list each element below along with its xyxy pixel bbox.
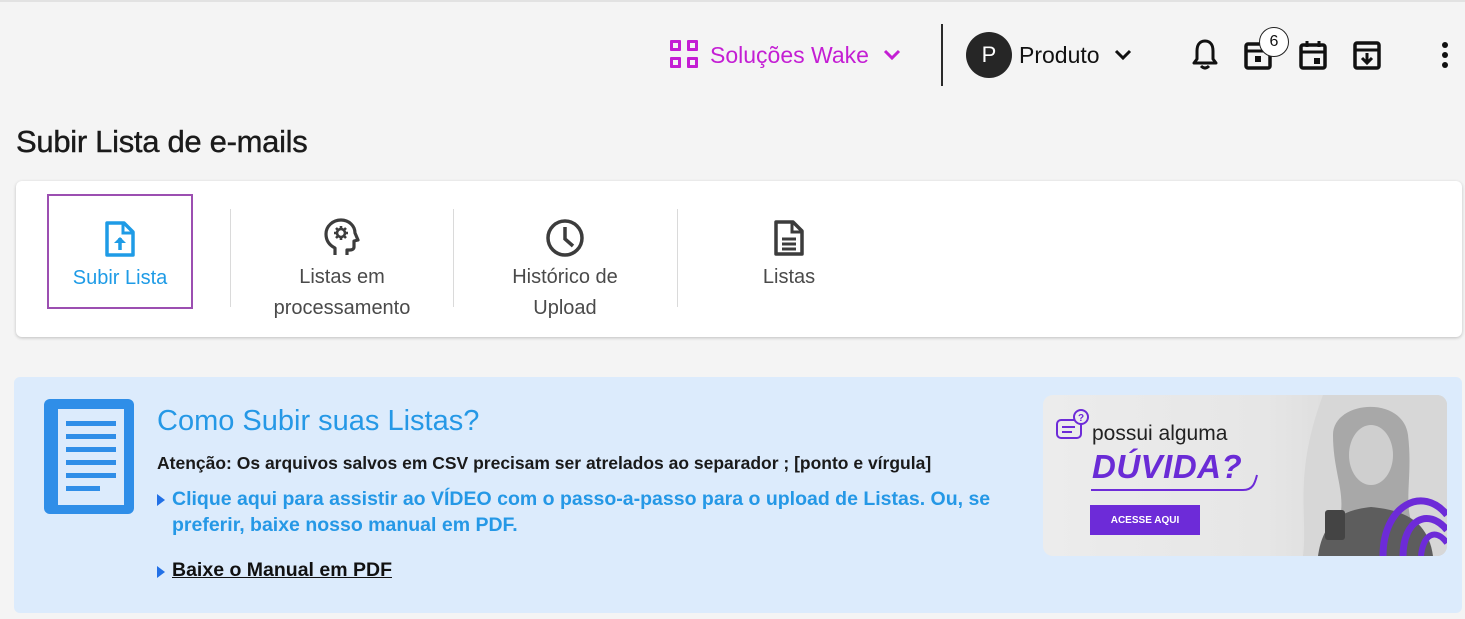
apps-grid-icon — [670, 40, 700, 70]
calendar-icon[interactable] — [1296, 38, 1330, 72]
manual-link-text: Baixe o Manual em PDF — [172, 559, 392, 581]
avatar: P — [966, 32, 1012, 78]
bell-icon[interactable] — [1188, 37, 1222, 71]
person-photo — [1303, 395, 1447, 556]
video-link-text: Clique aqui para assistir ao VÍDEO com o… — [172, 488, 991, 536]
help-panel: Como Subir suas Listas? Atenção: Os arqu… — [14, 377, 1462, 613]
tab-label: Histórico de Upload — [512, 266, 618, 319]
page-title: Subir Lista de e-mails — [16, 124, 308, 159]
account-menu[interactable]: P Produto — [966, 32, 1132, 78]
file-upload-icon — [104, 218, 136, 260]
tab-listas[interactable]: Listas — [699, 181, 879, 337]
help-banner[interactable]: ? possui alguma DÚVIDA? ACESSE AQUI — [1043, 395, 1447, 556]
archive-download-icon[interactable] — [1350, 38, 1384, 72]
tab-label: Listas em processamento — [273, 266, 411, 319]
tabs-card: Subir Lista Listas em processamento Hist… — [16, 181, 1462, 337]
clock-icon — [545, 217, 585, 259]
tab-subir-lista[interactable]: Subir Lista — [47, 194, 193, 309]
download-manual-link[interactable]: Baixe o Manual em PDF — [157, 559, 392, 582]
access-here-label: ACESSE AQUI — [1110, 514, 1180, 526]
tab-divider — [677, 209, 678, 307]
document-icon — [773, 217, 805, 259]
top-divider — [0, 0, 1465, 2]
solutions-menu[interactable]: Soluções Wake — [670, 38, 901, 72]
bullet-icon — [157, 494, 165, 506]
help-title: Como Subir suas Listas? — [157, 405, 480, 437]
tab-label: Listas — [762, 266, 816, 288]
solutions-label: Soluções Wake — [710, 41, 869, 68]
csv-warning: Atenção: Os arquivos salvos em CSV preci… — [157, 453, 932, 473]
tab-divider — [230, 209, 231, 307]
bullet-icon — [157, 566, 165, 578]
tab-listas-em-processamento[interactable]: Listas em processamento — [252, 181, 432, 337]
tab-historico-de-upload[interactable]: Histórico de Upload — [475, 181, 655, 337]
header-divider — [941, 24, 943, 86]
document-list-icon — [44, 399, 134, 519]
notification-badge: 6 — [1259, 27, 1289, 57]
more-vertical-icon[interactable] — [1428, 38, 1462, 72]
video-tutorial-link[interactable]: Clique aqui para assistir ao VÍDEO com o… — [157, 486, 1017, 538]
tab-divider — [453, 209, 454, 307]
access-here-button[interactable]: ACESSE AQUI — [1090, 505, 1200, 535]
top-bar: Soluções Wake P Produto 6 — [0, 0, 1465, 100]
chevron-down-icon — [883, 49, 901, 61]
head-gear-icon — [323, 217, 361, 259]
account-label: Produto — [1019, 41, 1100, 68]
chevron-down-icon — [1114, 49, 1131, 61]
tab-label: Subir Lista — [72, 267, 168, 289]
